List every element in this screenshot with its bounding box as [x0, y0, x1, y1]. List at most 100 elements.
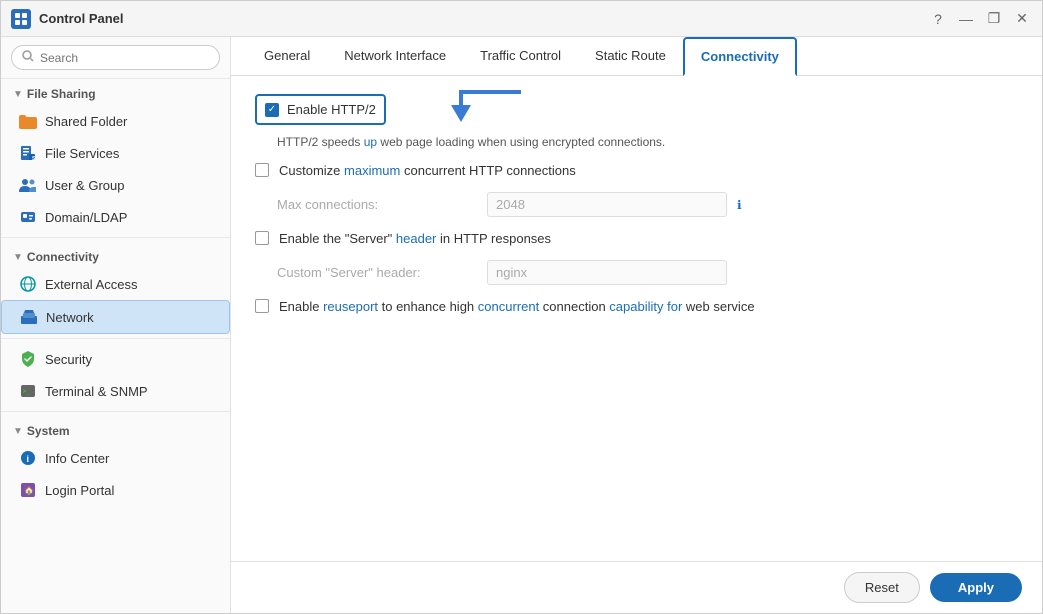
reuseport-link: reuseport	[323, 299, 378, 314]
divider-2	[1, 338, 230, 339]
main-panel-wrapper: General Network Interface Traffic Contro…	[231, 37, 1042, 613]
sidebar-item-network[interactable]: Network	[1, 300, 230, 334]
titlebar: Control Panel ? — ❐ ✕	[1, 1, 1042, 37]
sidebar-label-user-group: User & Group	[45, 178, 124, 193]
sidebar-item-login-portal[interactable]: 🏠 Login Portal	[1, 474, 230, 506]
tabs-bar: General Network Interface Traffic Contro…	[231, 37, 1042, 76]
sidebar-label-security: Security	[45, 352, 92, 367]
reuseport-option-row: Enable reuseport to enhance high concurr…	[255, 299, 1018, 314]
svg-text:🏠: 🏠	[24, 486, 34, 495]
divider-3	[1, 411, 230, 412]
sidebar-item-security[interactable]: Security	[1, 343, 230, 375]
http2-description: HTTP/2 speeds up web page loading when u…	[277, 135, 1018, 149]
max-connections-input[interactable]	[487, 192, 727, 217]
tab-traffic-control[interactable]: Traffic Control	[463, 37, 578, 76]
help-button[interactable]: ?	[928, 9, 948, 29]
section-label-system: System	[27, 424, 70, 438]
search-icon	[22, 50, 34, 65]
sidebar-item-domain-ldap[interactable]: Domain/LDAP	[1, 201, 230, 233]
section-label-connectivity: Connectivity	[27, 250, 99, 264]
search-box	[1, 37, 230, 79]
sidebar-label-external-access: External Access	[45, 277, 138, 292]
maximize-button[interactable]: ❐	[984, 9, 1004, 29]
main-panel: General Network Interface Traffic Contro…	[231, 37, 1042, 613]
sidebar-label-domain-ldap: Domain/LDAP	[45, 210, 127, 225]
search-input[interactable]	[40, 51, 209, 65]
section-label-file-sharing: File Sharing	[27, 87, 96, 101]
login-portal-icon: 🏠	[19, 481, 37, 499]
server-header-option-row: Enable the "Server" header in HTTP respo…	[255, 231, 1018, 246]
reuseport-checkbox[interactable]	[255, 299, 269, 313]
sidebar-item-user-group[interactable]: User & Group	[1, 169, 230, 201]
sidebar: ▼ File Sharing Shared Folder	[1, 37, 231, 613]
custom-server-field-row: Custom "Server" header:	[277, 260, 1018, 285]
footer: Reset Apply	[231, 561, 1042, 613]
chevron-connectivity-icon: ▼	[13, 252, 23, 263]
server-header-checkbox[interactable]	[255, 231, 269, 245]
max-connections-checkbox[interactable]	[255, 163, 269, 177]
for-link: for	[667, 299, 682, 314]
max-connections-label: Customize maximum concurrent HTTP connec…	[279, 163, 576, 178]
server-header-link: header	[396, 231, 436, 246]
section-file-sharing[interactable]: ▼ File Sharing	[1, 79, 230, 105]
network-icon	[20, 308, 38, 326]
external-access-icon	[19, 275, 37, 293]
sidebar-label-file-services: File Services	[45, 146, 119, 161]
http2-option-row: ✓ Enable HTTP/2	[255, 94, 386, 125]
window-controls: ? — ❐ ✕	[928, 9, 1032, 29]
domain-icon	[19, 208, 37, 226]
divider-1	[1, 237, 230, 238]
tab-network-interface[interactable]: Network Interface	[327, 37, 463, 76]
max-link: maximum	[344, 163, 400, 178]
info-center-icon: i	[19, 449, 37, 467]
custom-server-input[interactable]	[487, 260, 727, 285]
chevron-system-icon: ▼	[13, 426, 23, 437]
close-button[interactable]: ✕	[1012, 9, 1032, 29]
sidebar-label-info-center: Info Center	[45, 451, 109, 466]
content-area: ▼ File Sharing Shared Folder	[1, 37, 1042, 613]
reuseport-label: Enable reuseport to enhance high concurr…	[279, 299, 755, 314]
search-input-wrap[interactable]	[11, 45, 220, 70]
custom-server-field-label: Custom "Server" header:	[277, 265, 477, 280]
svg-text:S: S	[32, 156, 36, 161]
sidebar-item-external-access[interactable]: External Access	[1, 268, 230, 300]
svg-text:>_: >_	[23, 388, 31, 395]
sidebar-item-file-services[interactable]: S File Services	[1, 137, 230, 169]
sidebar-label-network: Network	[46, 310, 94, 325]
sidebar-item-info-center[interactable]: i Info Center	[1, 442, 230, 474]
terminal-icon: >_	[19, 382, 37, 400]
minimize-button[interactable]: —	[956, 9, 976, 29]
file-services-icon: S	[19, 144, 37, 162]
http2-label: Enable HTTP/2	[287, 102, 376, 117]
tab-connectivity[interactable]: Connectivity	[683, 37, 797, 76]
user-group-icon	[19, 176, 37, 194]
folder-icon	[19, 112, 37, 130]
capability-link: capability	[609, 299, 663, 314]
sidebar-label-terminal-snmp: Terminal & SNMP	[45, 384, 148, 399]
http2-checkbox[interactable]: ✓	[265, 103, 279, 117]
server-header-label: Enable the "Server" header in HTTP respo…	[279, 231, 551, 246]
window-title: Control Panel	[39, 11, 920, 26]
security-icon	[19, 350, 37, 368]
sidebar-item-shared-folder[interactable]: Shared Folder	[1, 105, 230, 137]
control-panel-window: Control Panel ? — ❐ ✕	[0, 0, 1043, 614]
max-connections-field-label: Max connections:	[277, 197, 477, 212]
apply-button[interactable]: Apply	[930, 573, 1022, 602]
max-connections-option-row: Customize maximum concurrent HTTP connec…	[255, 163, 1018, 178]
info-icon[interactable]: ℹ	[737, 198, 742, 212]
section-system[interactable]: ▼ System	[1, 416, 230, 442]
max-connections-field-row: Max connections: ℹ	[277, 192, 1018, 217]
sidebar-label-login-portal: Login Portal	[45, 483, 114, 498]
chevron-down-icon: ▼	[13, 89, 23, 100]
concurrent-link: concurrent	[478, 299, 539, 314]
sidebar-item-terminal-snmp[interactable]: >_ Terminal & SNMP	[1, 375, 230, 407]
svg-text:i: i	[27, 454, 30, 464]
section-connectivity[interactable]: ▼ Connectivity	[1, 242, 230, 268]
tab-static-route[interactable]: Static Route	[578, 37, 683, 76]
sidebar-label-shared-folder: Shared Folder	[45, 114, 127, 129]
panel-content: ✓ Enable HTTP/2 HTTP/2 speeds up web pag…	[231, 76, 1042, 561]
http2-desc-link: up	[364, 135, 377, 149]
app-icon	[11, 9, 31, 29]
tab-general[interactable]: General	[247, 37, 327, 76]
reset-button[interactable]: Reset	[844, 572, 920, 603]
